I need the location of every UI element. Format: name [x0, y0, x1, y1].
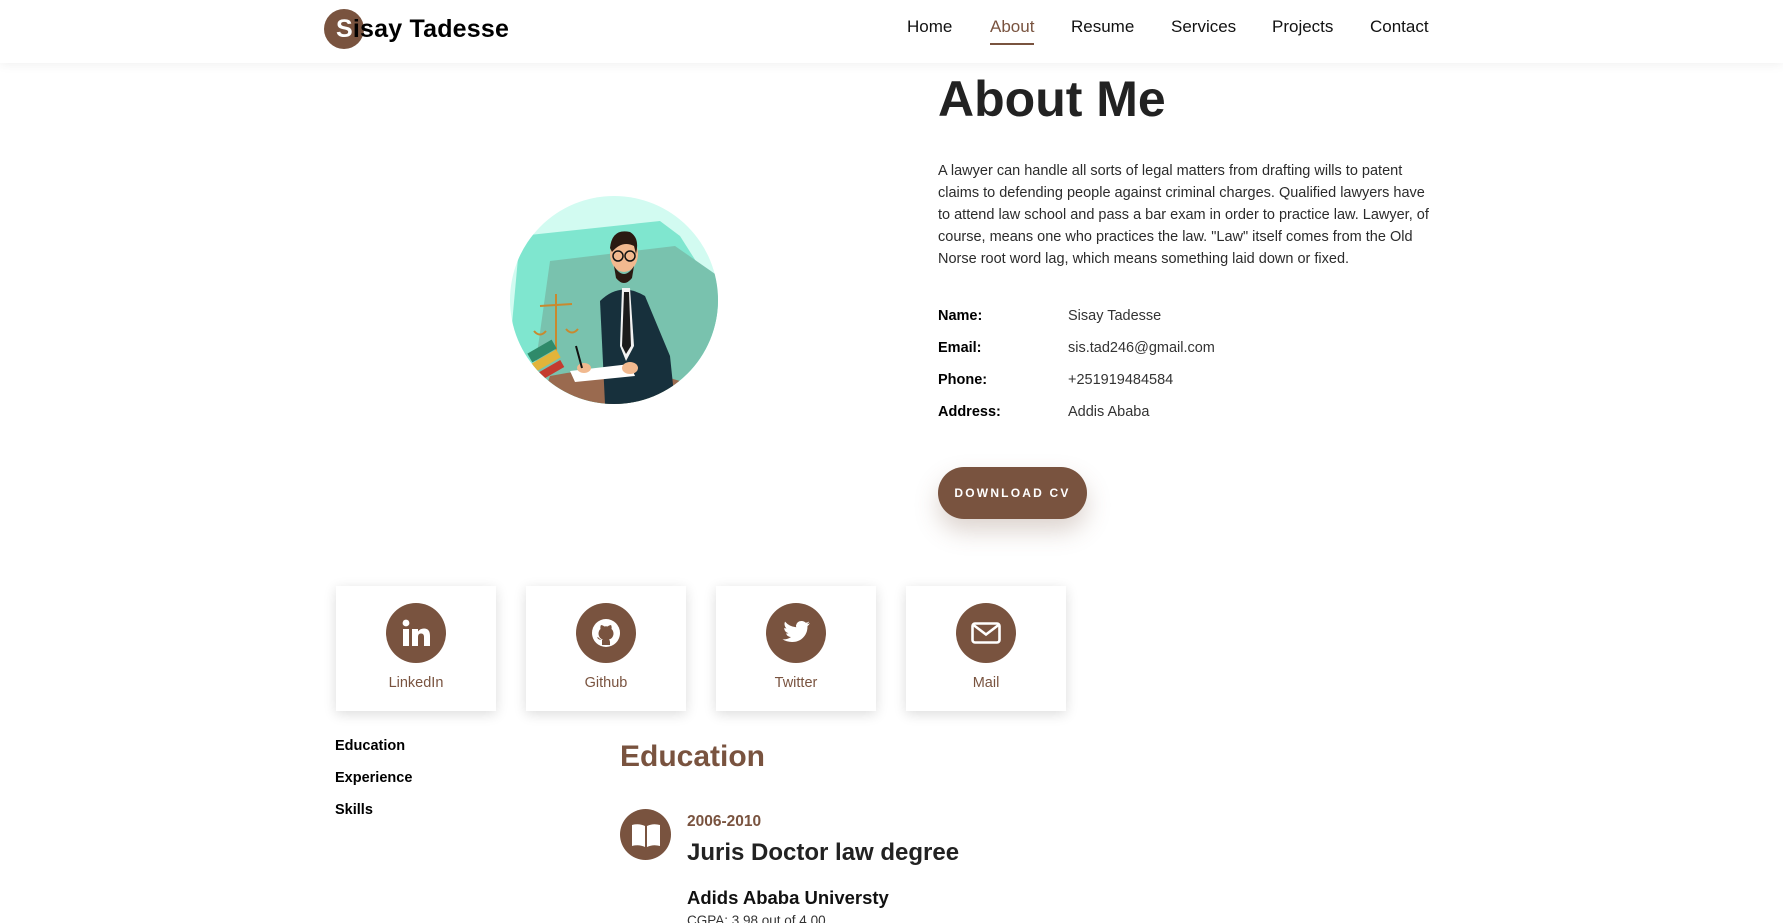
- nav-about[interactable]: About: [990, 17, 1035, 45]
- nav-projects[interactable]: Projects: [1272, 17, 1333, 43]
- tab-education[interactable]: Education: [335, 738, 405, 754]
- download-cv-button[interactable]: DOWNLOAD CV: [938, 467, 1087, 519]
- info-value: sis.tad246@gmail.com: [1068, 340, 1215, 356]
- education-date: 2006-2010: [687, 813, 762, 830]
- social-label: Mail: [972, 675, 1000, 691]
- nav-services[interactable]: Services: [1171, 17, 1236, 43]
- about-title: About Me: [938, 71, 1166, 127]
- logo-text: Sisay Tadesse: [336, 15, 509, 44]
- info-row-email: Email: sis.tad246@gmail.com: [938, 340, 1215, 372]
- social-label: LinkedIn: [388, 675, 444, 691]
- info-label: Name:: [938, 308, 983, 324]
- info-label: Phone:: [938, 372, 988, 388]
- education-degree: Juris Doctor law degree: [687, 839, 960, 866]
- linkedin-icon: [386, 603, 446, 663]
- lawyer-illustration: [510, 196, 718, 404]
- info-row-address: Address: Addis Ababa: [938, 404, 1215, 436]
- education-heading: Education: [620, 740, 766, 773]
- logo-initial: S: [336, 14, 353, 43]
- info-value: Addis Ababa: [1068, 404, 1150, 420]
- book-icon: [620, 809, 671, 860]
- site-header: Sisay Tadesse Home About Resume Services…: [0, 0, 1783, 63]
- personal-info: Name: Sisay Tadesse Email: sis.tad246@gm…: [938, 308, 1215, 436]
- nav-contact[interactable]: Contact: [1370, 17, 1429, 43]
- tab-skills[interactable]: Skills: [335, 802, 373, 818]
- info-row-name: Name: Sisay Tadesse: [938, 308, 1215, 340]
- social-card-twitter[interactable]: Twitter: [716, 586, 876, 711]
- mail-icon: [956, 603, 1016, 663]
- social-card-mail[interactable]: Mail: [906, 586, 1066, 711]
- logo-name-rest: isay Tadesse: [352, 14, 510, 43]
- twitter-icon: [766, 603, 826, 663]
- nav-home[interactable]: Home: [907, 17, 952, 43]
- nav-resume[interactable]: Resume: [1071, 17, 1134, 43]
- info-value: +251919484584: [1068, 372, 1174, 388]
- education-school: Adids Ababa Universty: [687, 887, 889, 908]
- education-cgpa: CGPA: 3.98 out of 4.00: [687, 913, 826, 923]
- about-description: A lawyer can handle all sorts of legal m…: [938, 163, 1429, 267]
- info-label: Address:: [938, 404, 1001, 420]
- social-label: Twitter: [774, 675, 818, 691]
- info-label: Email:: [938, 340, 982, 356]
- profile-illustration: [510, 196, 718, 404]
- tab-experience[interactable]: Experience: [335, 770, 412, 786]
- github-icon: [576, 603, 636, 663]
- social-card-linkedin[interactable]: LinkedIn: [336, 586, 496, 711]
- info-row-phone: Phone: +251919484584: [938, 372, 1215, 404]
- social-card-github[interactable]: Github: [526, 586, 686, 711]
- site-logo[interactable]: Sisay Tadesse: [324, 9, 509, 49]
- info-value: Sisay Tadesse: [1068, 308, 1162, 324]
- social-label: Github: [584, 675, 628, 691]
